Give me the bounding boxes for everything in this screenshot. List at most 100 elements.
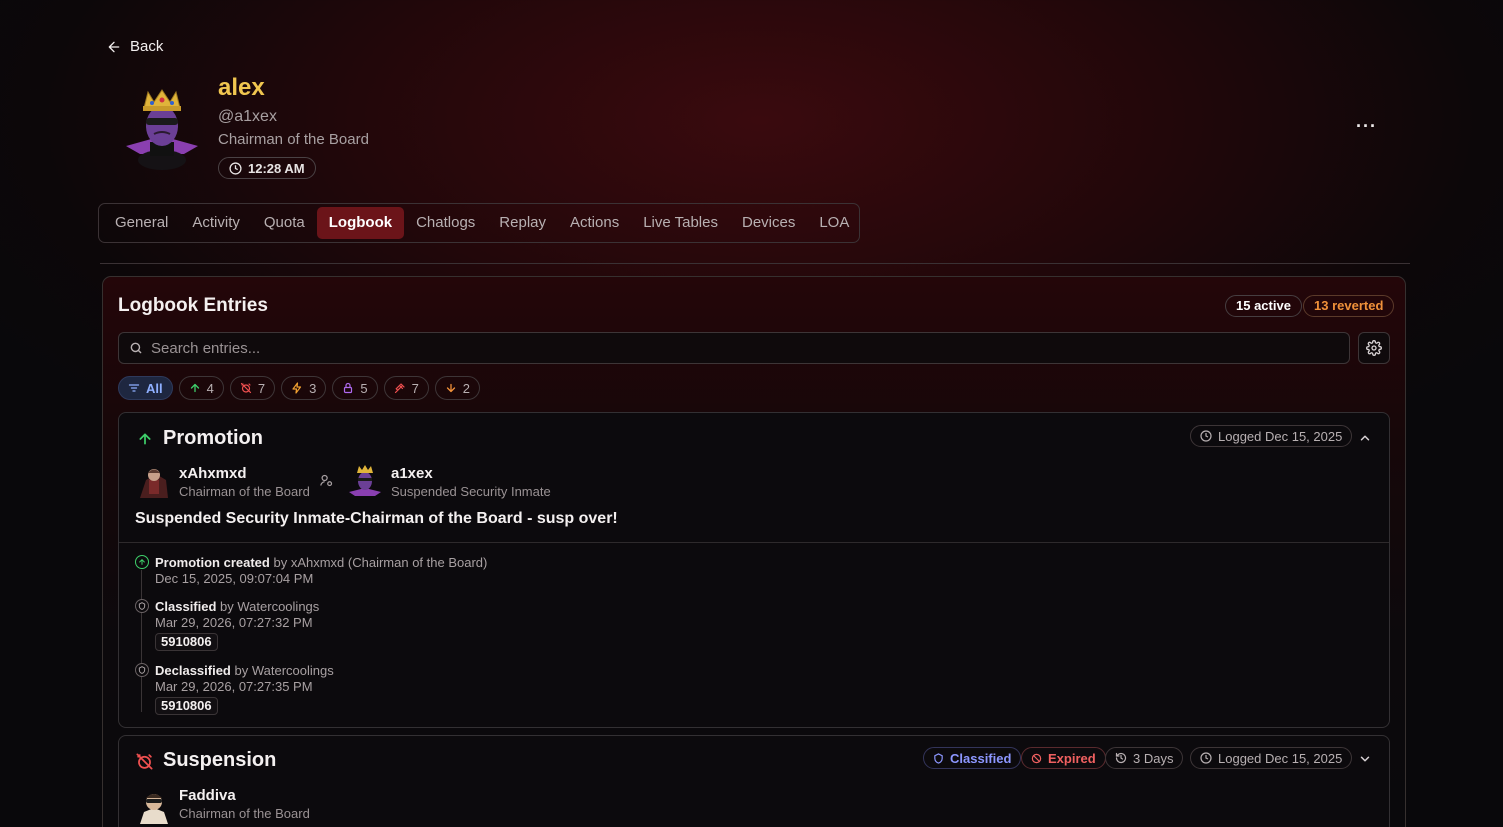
tab-chatlogs[interactable]: Chatlogs xyxy=(404,207,487,239)
timeline-tag: 5910806 xyxy=(155,697,218,715)
tab-general[interactable]: General xyxy=(103,207,180,239)
classified-badge: Classified xyxy=(923,747,1022,769)
timeline-date: Mar 29, 2026, 07:27:32 PM xyxy=(155,615,313,630)
avatar xyxy=(348,464,382,500)
timeline-actor: by Watercoolings xyxy=(234,663,334,678)
shield-icon xyxy=(934,752,943,764)
filter-suspensions-count: 7 xyxy=(257,380,266,396)
more-options-button[interactable]: ··· xyxy=(1356,116,1377,137)
timeline-event: Declassified by Watercoolings xyxy=(155,663,334,678)
profile-display-name: alex xyxy=(218,74,265,101)
filter-promotions[interactable]: 4 xyxy=(178,376,224,400)
tab-devices[interactable]: Devices xyxy=(730,207,807,239)
tab-live-tables[interactable]: Live Tables xyxy=(631,207,730,239)
active-count-badge: 15 active xyxy=(1225,295,1302,317)
arrow-left-icon xyxy=(108,41,120,52)
ban-icon xyxy=(1031,753,1042,763)
filter-all[interactable]: All xyxy=(118,376,173,400)
user-transfer-icon xyxy=(320,474,333,487)
issuer-rank: Chairman of the Board xyxy=(179,484,310,499)
tab-actions[interactable]: Actions xyxy=(558,207,631,239)
settings-button[interactable] xyxy=(1358,332,1390,364)
entry-type-title: Suspension xyxy=(163,749,277,771)
reverted-count-badge: 13 reverted xyxy=(1303,295,1395,317)
tab-replay[interactable]: Replay xyxy=(487,207,558,239)
status-label: Expired xyxy=(1048,750,1096,766)
clock-icon xyxy=(1200,752,1212,764)
alarm-off-icon xyxy=(136,753,153,770)
issuer-name[interactable]: Faddiva xyxy=(179,787,236,804)
logged-date-badge: Logged Dec 15, 2025 xyxy=(1190,425,1353,447)
filter-locks-count: 5 xyxy=(360,380,368,396)
duration-badge: 3 Days xyxy=(1105,747,1184,769)
issuer-name[interactable]: xAhxmxd xyxy=(179,465,247,482)
tab-logbook[interactable]: Logbook xyxy=(316,207,405,239)
filter-warnings-count: 3 xyxy=(309,380,317,396)
filter-bans[interactable]: 7 xyxy=(383,376,429,400)
timeline-action: Declassified xyxy=(155,663,231,678)
logged-date-badge: Logged Dec 15, 2025 xyxy=(1190,747,1353,769)
filter-demotions[interactable]: 2 xyxy=(434,376,481,400)
arrow-down-icon xyxy=(446,383,455,393)
filter-all-label: All xyxy=(146,380,163,396)
filter-bans-count: 7 xyxy=(411,380,419,396)
timeline-dot xyxy=(135,663,149,677)
card-divider xyxy=(119,542,1389,543)
search-bar xyxy=(118,332,1350,364)
timeline-actor: by Watercoolings xyxy=(220,599,320,614)
local-time-badge: 12:28 AM xyxy=(218,157,316,179)
back-button[interactable]: Back xyxy=(106,38,163,55)
logged-date-label: Logged Dec 15, 2025 xyxy=(1218,750,1343,766)
search-input[interactable] xyxy=(151,339,1331,357)
target-rank: Suspended Security Inmate xyxy=(391,484,551,499)
clock-icon xyxy=(1200,430,1212,442)
clock-icon xyxy=(229,161,242,175)
gavel-icon xyxy=(394,383,405,394)
logged-date-label: Logged Dec 15, 2025 xyxy=(1218,428,1343,444)
tab-loa[interactable]: LOA xyxy=(807,207,861,239)
avatar xyxy=(136,466,172,500)
filter-suspensions[interactable]: 7 xyxy=(229,376,276,400)
timeline-date: Dec 15, 2025, 09:07:04 PM xyxy=(155,571,314,586)
status-badge: Expired xyxy=(1021,747,1106,769)
filter-warnings[interactable]: 3 xyxy=(281,376,327,400)
timeline-line xyxy=(141,570,142,712)
tab-activity[interactable]: Activity xyxy=(180,207,252,239)
arrow-up-icon xyxy=(139,433,151,445)
filter-demotions-count: 2 xyxy=(462,380,471,396)
profile-rank: Chairman of the Board xyxy=(218,131,369,148)
alarm-off-icon xyxy=(240,382,251,394)
chevron-up-icon[interactable] xyxy=(1358,431,1372,445)
arrow-up-icon xyxy=(190,383,199,393)
arrow-up-icon xyxy=(139,558,145,565)
target-name[interactable]: a1xex xyxy=(391,465,433,482)
avatar xyxy=(124,88,200,170)
chevron-down-icon[interactable] xyxy=(1358,752,1372,766)
profile-tabs: General Activity Quota Logbook Chatlogs … xyxy=(98,203,860,243)
timeline-action: Classified xyxy=(155,599,217,614)
filter-locks[interactable]: 5 xyxy=(332,376,378,400)
timeline-date: Mar 29, 2026, 07:27:35 PM xyxy=(155,679,313,694)
gear-icon xyxy=(1366,340,1382,356)
section-divider xyxy=(100,263,1410,264)
timeline-actor: by xAhxmxd (Chairman of the Board) xyxy=(273,555,488,570)
filter-icon xyxy=(128,384,140,392)
history-icon xyxy=(1115,752,1127,764)
timeline-dot xyxy=(135,599,149,613)
filter-chips: All 4 7 3 5 7 2 xyxy=(118,376,481,400)
back-label: Back xyxy=(130,38,164,55)
filter-promotions-count: 4 xyxy=(206,380,214,396)
entry-type-title: Promotion xyxy=(163,427,263,449)
timeline-dot xyxy=(135,555,149,569)
local-time-label: 12:28 AM xyxy=(248,160,305,176)
bolt-icon xyxy=(292,382,302,394)
entry-reason: Suspended Security Inmate-Chairman of th… xyxy=(135,510,618,527)
shield-icon xyxy=(138,602,146,610)
timeline-event: Classified by Watercoolings xyxy=(155,599,319,614)
logbook-title: Logbook Entries xyxy=(118,295,268,316)
avatar xyxy=(136,788,172,824)
lock-icon xyxy=(344,382,353,394)
classified-label: Classified xyxy=(950,750,1012,766)
tab-quota[interactable]: Quota xyxy=(252,207,317,239)
profile-username: @a1xex xyxy=(218,108,277,125)
